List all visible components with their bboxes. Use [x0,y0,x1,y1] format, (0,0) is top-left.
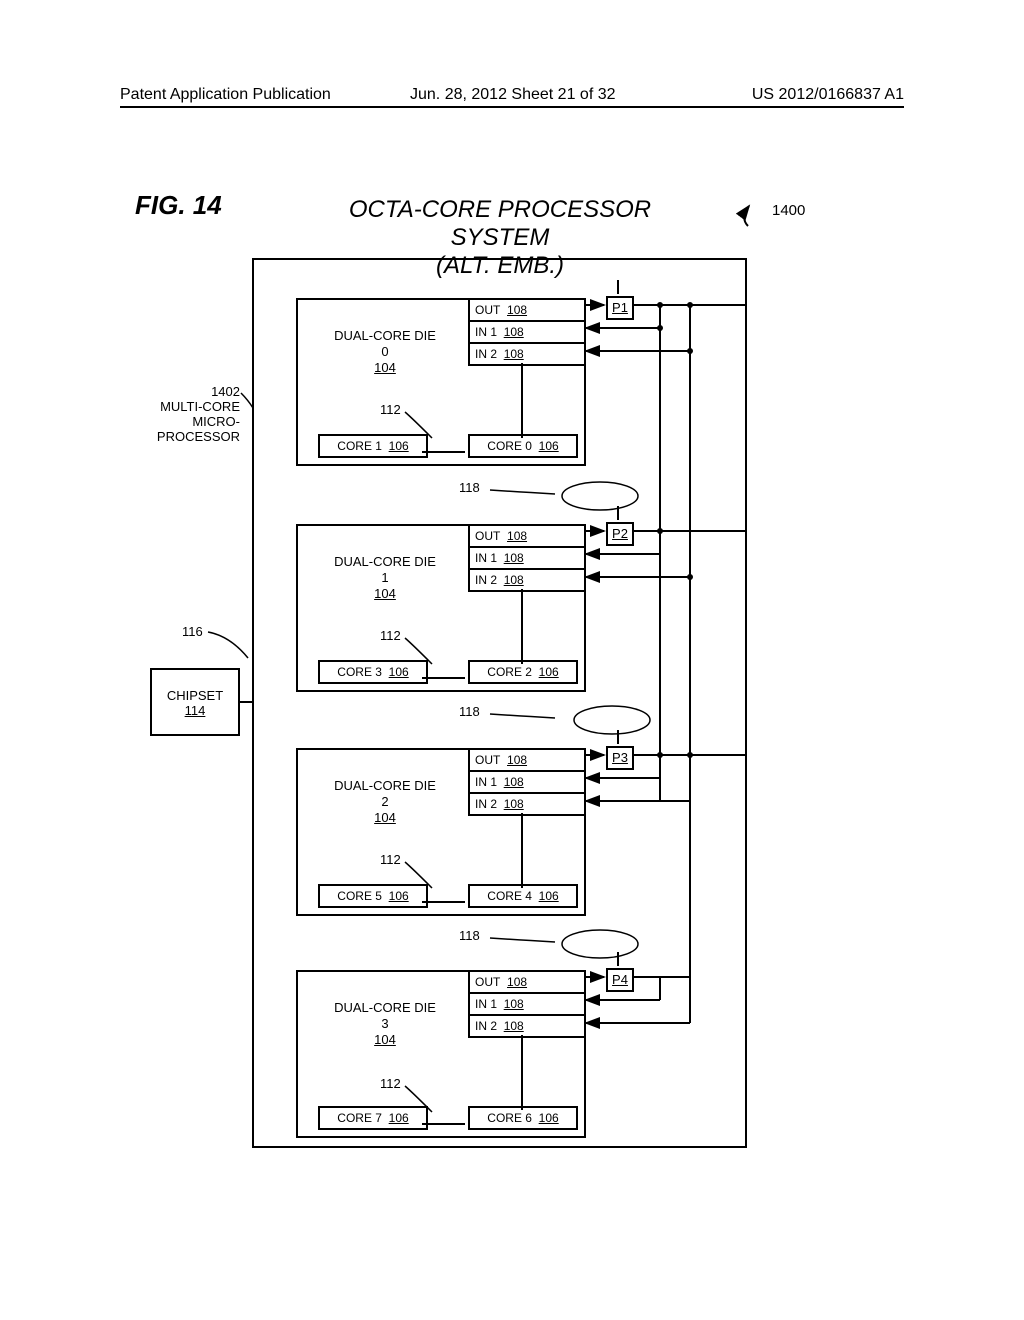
die-0-label-text: DUAL-CORE DIE 0 [334,328,436,359]
ref-112-die0: 112 [380,402,401,417]
ref-1402-l3: MICRO- [192,414,240,429]
die-0-num: 104 [374,360,396,375]
die-0-out: OUT 108 [470,300,584,322]
die-2-out: OUT 108 [470,750,584,772]
multi-core-processor-box: DUAL-CORE DIE 0 104 OUT 108 IN 1 108 IN … [252,258,747,1148]
die-2-in1: IN 1 108 [470,772,584,794]
chipset-label: CHIPSET [167,688,223,703]
die-3-core-left: CORE 7 106 [318,1106,428,1130]
page-header: Patent Application Publication Jun. 28, … [120,86,904,104]
die-1-in2: IN 2 108 [470,570,584,590]
chipset-block: CHIPSET 114 [150,668,240,736]
pad-p1: P1 [606,296,634,320]
die-1-num: 104 [374,586,396,601]
die-2-label: DUAL-CORE DIE 2 104 [330,778,440,826]
ref-118-a: 118 [459,480,480,495]
die-3-label: DUAL-CORE DIE 3 104 [330,1000,440,1048]
die-0-label: DUAL-CORE DIE 0 104 [330,328,440,376]
die-3-in2: IN 2 108 [470,1016,584,1036]
ref-1402-num: 1402 [211,384,240,399]
die-3-out: OUT 108 [470,972,584,994]
die-3: DUAL-CORE DIE 3 104 OUT 108 IN 1 108 IN … [296,970,586,1138]
die-1-io: OUT 108 IN 1 108 IN 2 108 [468,524,586,592]
ref-112-die3: 112 [380,1076,401,1091]
die-2-core-right: CORE 4 106 [468,884,578,908]
die-2-in2: IN 2 108 [470,794,584,814]
die-2-label-text: DUAL-CORE DIE 2 [334,778,436,809]
header-divider [120,106,904,108]
die-0: DUAL-CORE DIE 0 104 OUT 108 IN 1 108 IN … [296,298,586,466]
ref-112-die2: 112 [380,852,401,867]
die-0-core-left: CORE 1 106 [318,434,428,458]
ref-1400: 1400 [772,202,805,219]
die-2: DUAL-CORE DIE 2 104 OUT 108 IN 1 108 IN … [296,748,586,916]
die-0-core-right: CORE 0 106 [468,434,578,458]
ref-112-die1: 112 [380,628,401,643]
die-0-in1: IN 1 108 [470,322,584,344]
die-2-core-left: CORE 5 106 [318,884,428,908]
ref-116: 116 [182,624,203,639]
die-3-num: 104 [374,1032,396,1047]
die-1-label: DUAL-CORE DIE 1 104 [330,554,440,602]
die-1: DUAL-CORE DIE 1 104 OUT 108 IN 1 108 IN … [296,524,586,692]
header-right: US 2012/0166837 A1 [752,86,904,104]
die-3-in1: IN 1 108 [470,994,584,1016]
die-1-core-left: CORE 3 106 [318,660,428,684]
ref-1402-l2: MULTI-CORE [160,399,240,414]
header-left: Patent Application Publication [120,86,331,103]
chipset-num: 114 [185,703,206,718]
die-1-core-right: CORE 2 106 [468,660,578,684]
figure-number: FIG. 14 [135,190,222,221]
die-2-io: OUT 108 IN 1 108 IN 2 108 [468,748,586,816]
die-3-label-text: DUAL-CORE DIE 3 [334,1000,436,1031]
die-1-in1: IN 1 108 [470,548,584,570]
pad-p4: P4 [606,968,634,992]
header-center: Jun. 28, 2012 Sheet 21 of 32 [410,86,616,104]
title-line-1: OCTA-CORE PROCESSOR SYSTEM [300,196,700,252]
die-2-num: 104 [374,810,396,825]
ref-118-c: 118 [459,928,480,943]
die-3-core-right: CORE 6 106 [468,1106,578,1130]
die-3-io: OUT 108 IN 1 108 IN 2 108 [468,970,586,1038]
ref-1402: 1402 MULTI-CORE MICRO- PROCESSOR [150,384,240,444]
ref-1402-l4: PROCESSOR [157,429,240,444]
die-1-label-text: DUAL-CORE DIE 1 [334,554,436,585]
ref-118-b: 118 [459,704,480,719]
die-0-in2: IN 2 108 [470,344,584,364]
pad-p3: P3 [606,746,634,770]
die-1-out: OUT 108 [470,526,584,548]
pad-p2: P2 [606,522,634,546]
die-0-io: OUT 108 IN 1 108 IN 2 108 [468,298,586,366]
